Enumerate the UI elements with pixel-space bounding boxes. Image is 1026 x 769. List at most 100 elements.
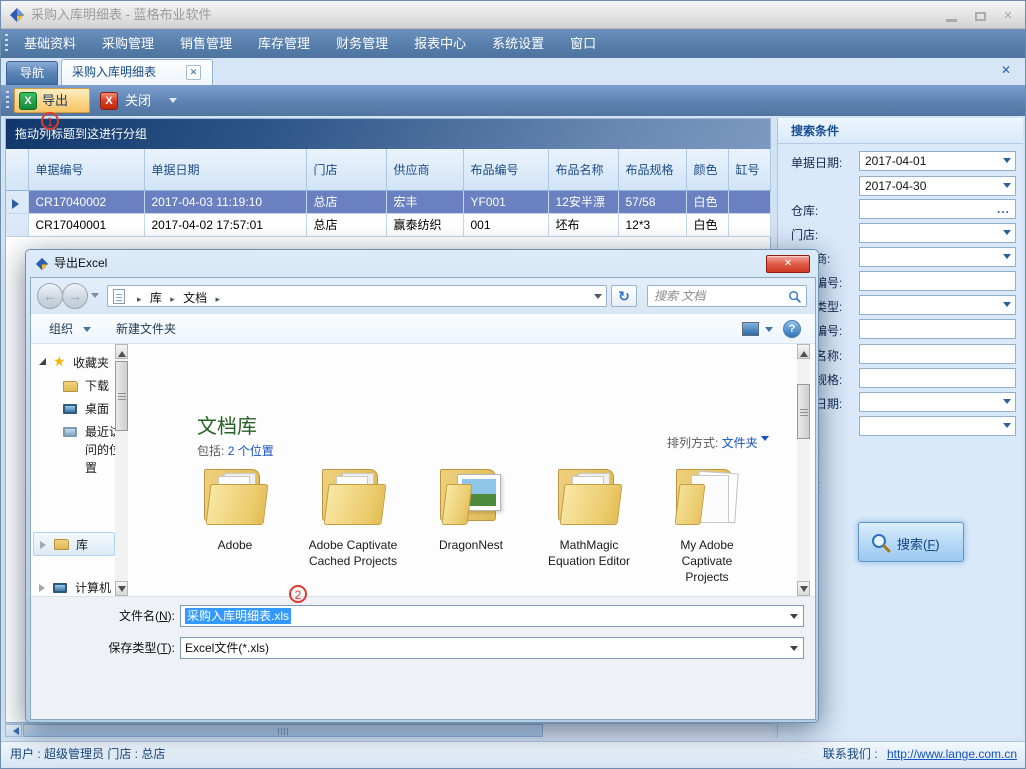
scroll-up-button[interactable] — [115, 344, 128, 359]
arrange-by-value[interactable]: 文件夹 — [722, 436, 758, 450]
minimize-button[interactable] — [939, 10, 965, 24]
chevron-down-icon[interactable] — [1003, 230, 1011, 239]
address-dropdown-icon[interactable] — [594, 294, 602, 303]
sidebar-item-computer[interactable]: 计算机 — [75, 579, 111, 596]
organize-button[interactable]: 组织 — [49, 314, 73, 344]
forward-button[interactable]: → — [62, 283, 88, 309]
column-header-doc-no[interactable]: 单据编号 — [28, 149, 144, 190]
filename-combobox[interactable]: 采购入库明细表.xls — [180, 605, 804, 627]
folder-item-adobe-captivate-cached[interactable]: Adobe Captivate Cached Projects — [297, 467, 409, 569]
ellipsis-button[interactable]: ... — [997, 200, 1010, 218]
filetype-combobox[interactable]: Excel文件(*.xls) — [180, 637, 804, 659]
grid-horizontal-scrollbar[interactable] — [5, 723, 771, 737]
folder-item-my-adobe-captivate[interactable]: My Adobe Captivate Projects — [651, 467, 763, 585]
views-dropdown-icon[interactable] — [765, 327, 773, 336]
menu-item-window[interactable]: 窗口 — [557, 29, 609, 58]
help-icon[interactable]: ? — [783, 320, 801, 338]
chevron-down-icon[interactable] — [1003, 183, 1011, 192]
sidebar-item-favorites[interactable]: 收藏夹 — [73, 354, 109, 372]
scrollbar-thumb[interactable] — [23, 724, 543, 737]
breadcrumb-item-documents[interactable]: 文档 — [183, 291, 207, 305]
chevron-down-icon[interactable] — [1003, 399, 1011, 408]
column-header-doc-date[interactable]: 单据日期 — [144, 149, 306, 190]
tree-scrollbar[interactable] — [115, 344, 128, 596]
doc-date-to-combobox[interactable]: 2017-04-30 — [859, 176, 1016, 196]
doc-no-input[interactable] — [859, 271, 1016, 291]
supplier-combobox[interactable] — [859, 247, 1016, 267]
chevron-down-icon[interactable] — [1003, 254, 1011, 263]
table-row[interactable]: CR17040001 2017-04-02 17:57:01 总店 赢泰纺织 0… — [6, 213, 770, 236]
table-row-selected[interactable]: CR17040002 2017-04-03 11:19:10 总店 宏丰 YF0… — [6, 190, 770, 213]
close-report-button[interactable]: 关闭 — [125, 91, 151, 111]
organize-dropdown-icon[interactable] — [83, 327, 91, 336]
tree-expander-closed-icon[interactable] — [40, 541, 50, 549]
search-icon[interactable] — [788, 290, 802, 304]
toolbar-dropdown-icon[interactable] — [169, 98, 177, 107]
folder-item-mathmagic[interactable]: MathMagic Equation Editor — [533, 467, 645, 569]
folder-item-adobe[interactable]: Adobe — [179, 467, 291, 553]
menu-item-inventory[interactable]: 库存管理 — [245, 29, 323, 58]
tab-navigation[interactable]: 导航 — [6, 61, 58, 85]
audit-date-to-combobox[interactable] — [859, 416, 1016, 436]
back-button[interactable]: ← — [37, 283, 63, 309]
chevron-down-icon[interactable] — [1003, 158, 1011, 167]
menu-item-sales[interactable]: 销售管理 — [167, 29, 245, 58]
dialog-search-input[interactable] — [652, 287, 780, 305]
menu-item-base-data[interactable]: 基础资料 — [11, 29, 89, 58]
close-all-tabs-button[interactable]: ✕ — [1001, 63, 1011, 77]
scroll-down-button[interactable] — [797, 581, 810, 596]
list-scrollbar[interactable] — [797, 344, 810, 596]
new-folder-button[interactable]: 新建文件夹 — [116, 314, 176, 344]
chevron-down-icon[interactable] — [790, 614, 798, 623]
chevron-down-icon[interactable] — [790, 646, 798, 655]
menu-item-settings[interactable]: 系统设置 — [479, 29, 557, 58]
store-combobox[interactable] — [859, 223, 1016, 243]
locations-link[interactable]: 2 个位置 — [228, 444, 274, 458]
dialog-close-button[interactable]: ✕ — [766, 255, 810, 273]
recent-pages-dropdown-icon[interactable] — [91, 293, 99, 302]
close-window-button[interactable]: ✕ — [995, 10, 1021, 24]
menu-item-reports[interactable]: 报表中心 — [401, 29, 479, 58]
website-link[interactable]: http://www.lange.com.cn — [887, 747, 1017, 761]
sidebar-item-library-selected[interactable]: 库 — [33, 532, 115, 556]
column-header-fabric-spec[interactable]: 布品规格 — [618, 149, 686, 190]
fabric-type-combobox[interactable] — [859, 295, 1016, 315]
export-button[interactable]: X 导出 — [14, 88, 90, 113]
search-button[interactable]: 搜索(F) — [858, 522, 964, 562]
scrollbar-thumb[interactable] — [115, 361, 128, 431]
menu-item-finance[interactable]: 财务管理 — [323, 29, 401, 58]
scrollbar-thumb[interactable] — [797, 384, 810, 439]
column-header-supplier[interactable]: 供应商 — [386, 149, 463, 190]
column-header-color[interactable]: 颜色 — [686, 149, 728, 190]
scroll-up-button[interactable] — [797, 344, 810, 359]
column-header-lot-no[interactable]: 缸号 — [728, 149, 770, 190]
chevron-down-icon[interactable] — [1003, 423, 1011, 432]
chevron-down-icon[interactable] — [1003, 302, 1011, 311]
menu-item-purchase[interactable]: 采购管理 — [89, 29, 167, 58]
maximize-button[interactable] — [967, 10, 993, 24]
chevron-down-icon[interactable] — [761, 436, 769, 445]
tree-expander-closed-icon[interactable] — [39, 584, 49, 592]
column-header-fabric-no[interactable]: 布品编号 — [463, 149, 548, 190]
folder-item-dragonnest[interactable]: DragonNest — [415, 467, 527, 553]
menu-grip-handle[interactable] — [5, 34, 8, 53]
breadcrumb[interactable]: ▸ 库 ▸ 文档 ▸ — [107, 285, 607, 307]
fabric-name-input[interactable] — [859, 344, 1016, 364]
fabric-spec-input[interactable] — [859, 368, 1016, 388]
doc-date-from-combobox[interactable]: 2017-04-01 — [859, 151, 1016, 171]
scroll-down-button[interactable] — [115, 581, 128, 596]
tree-expander-open-icon[interactable] — [39, 358, 46, 365]
scroll-left-button[interactable] — [5, 724, 22, 737]
sidebar-item-downloads[interactable]: 下载 — [85, 377, 109, 395]
refresh-button[interactable]: ↻ — [611, 285, 637, 307]
fabric-no-input[interactable] — [859, 319, 1016, 339]
toolbar-grip-handle[interactable] — [6, 91, 9, 111]
tab-close-button[interactable]: ✕ — [186, 65, 201, 80]
change-view-icon[interactable] — [742, 322, 759, 336]
group-by-panel[interactable]: 拖动列标题到这进行分组 — [6, 119, 770, 149]
breadcrumb-item-library[interactable]: 库 — [150, 291, 162, 305]
column-header-fabric-name[interactable]: 布品名称 — [548, 149, 618, 190]
column-header-store[interactable]: 门店 — [306, 149, 386, 190]
warehouse-input[interactable]: ... — [859, 199, 1016, 219]
tab-purchase-report[interactable]: 采购入库明细表 ✕ — [61, 59, 213, 85]
